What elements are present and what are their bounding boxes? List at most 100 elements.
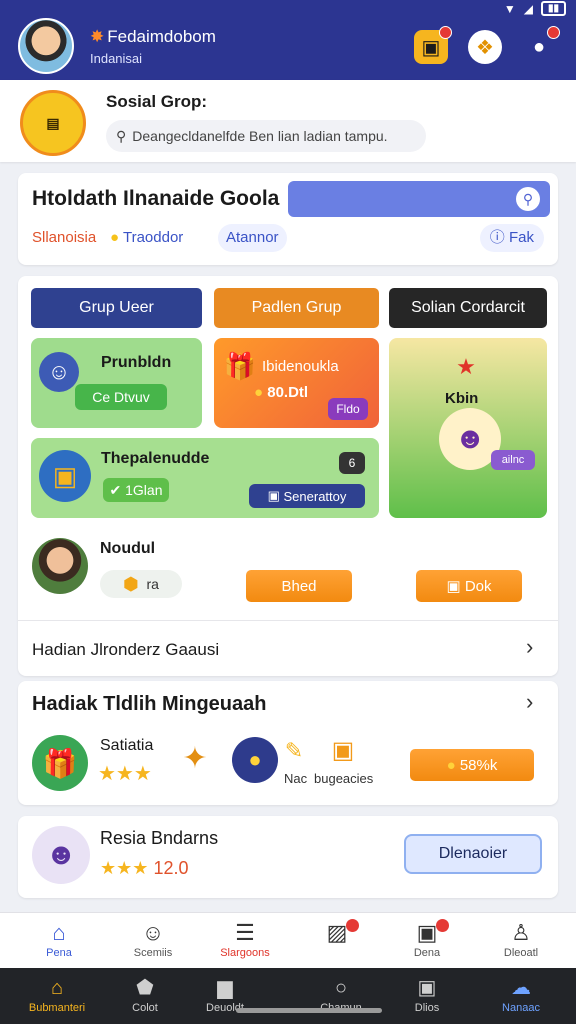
nav-item-scemiis[interactable]: ☺ Scemiis: [118, 919, 188, 959]
rating-stars: ★★★: [98, 763, 152, 785]
gallery-icon: ▣: [416, 920, 438, 945]
tile-title: Prunbldn: [101, 354, 172, 371]
system-dock: ⌂Bubmanteri ⬟Colot ▆Deuoldt ○Chamun ▣Dli…: [0, 968, 576, 1024]
count-badge: 6: [339, 452, 365, 474]
generate-button-label: Senerattoy: [283, 488, 347, 504]
member-card-button[interactable]: Dlenaoier: [404, 834, 542, 874]
ticket-icon: ✎: [284, 738, 304, 763]
search-placeholder: Deangecldanelfde Ben lian ladian tampu.: [132, 128, 388, 144]
home-indicator[interactable]: [236, 1008, 382, 1013]
tile-title: Ibidenoukla: [262, 358, 339, 375]
search-icon: ⚲: [116, 127, 127, 144]
dock-item-nanaac[interactable]: ☁ Nanaac: [486, 974, 556, 1014]
status-tag-label: Traoddor: [122, 229, 184, 246]
member-chip-label: ra: [146, 576, 159, 592]
divider: [18, 620, 558, 621]
nav-item-pena[interactable]: ⌂ Pena: [24, 919, 94, 959]
tile-chip: ailnc: [491, 450, 535, 470]
coin-icon: ●: [446, 756, 456, 774]
box-icon: ▣: [267, 488, 280, 503]
shield-icon: ⬟: [136, 977, 154, 999]
home-icon: ⌂: [52, 920, 66, 945]
tab-grup-ueer[interactable]: Grup Ueer: [31, 288, 202, 328]
member-avatar[interactable]: [32, 538, 88, 594]
member-card: ☻ Resia Bndarns ★★★ 12.0 Dlenaoier: [18, 816, 558, 898]
hero-search-bar[interactable]: ⚲: [288, 181, 550, 217]
coin-icon: ●: [232, 737, 278, 783]
nav-label: Scemiis: [133, 947, 173, 959]
card-icon: ▣: [446, 578, 461, 595]
notification-dot: [346, 919, 359, 932]
dock-label: Dlios: [414, 1002, 440, 1014]
treasure-chest-button[interactable]: ▣: [414, 26, 452, 64]
nav-item-slargoons[interactable]: ☰ Slargoons: [210, 919, 280, 959]
chevron-right-icon[interactable]: ›: [526, 689, 533, 715]
profile-subtitle: Indanisai: [90, 51, 143, 66]
dock-label: Nanaac: [502, 1002, 540, 1014]
chevron-right-icon[interactable]: ›: [526, 634, 533, 660]
info-button-label: Fak: [508, 229, 534, 246]
info-icon: ⓘ: [489, 229, 505, 246]
dock-label: Bubmanteri: [28, 1002, 86, 1014]
tile-pill[interactable]: Ce Dtvuv: [75, 384, 167, 410]
tab-padlen-grup[interactable]: Padlen Grup: [214, 288, 379, 328]
member-action-button[interactable]: Bhed: [246, 570, 352, 602]
status-bar: ▼ ◢ ▮▮: [0, 0, 576, 18]
home-icon: ⌂: [50, 977, 64, 999]
group-title: Sosial Grop:: [106, 92, 208, 111]
group-panel: Grup Ueer Padlen Grup Solian Cordarcit ☺…: [18, 276, 558, 676]
gift-box-icon: 🎁: [223, 350, 257, 381]
member-dock-button[interactable]: ▣ Dok: [416, 570, 522, 602]
dock-item-colot[interactable]: ⬟ Colot: [110, 974, 180, 1014]
box-icon: ▣: [331, 736, 355, 764]
wizard-avatar-icon: ☻: [32, 826, 90, 884]
photo-icon: ▨: [326, 920, 348, 945]
member-rating: ★★★ 12.0: [100, 858, 188, 879]
bottom-nav: ⌂ Pena ☺ Scemiis ☰ Slargoons ▨ ▣ Dena ♙ Dleoa…: [0, 912, 576, 968]
hero-card: Htoldath Ilnanaide Goola ⚲ Sllanoisia ● …: [18, 173, 558, 265]
claim-button[interactable]: ● 58%k: [410, 749, 534, 781]
tab-solian-cordarcit[interactable]: Solian Cordarcit: [389, 288, 547, 328]
tile-title: Thepalenudde: [101, 450, 210, 467]
info-button[interactable]: ⓘ Fak: [479, 224, 544, 252]
user-avatar-icon: ☺: [39, 352, 79, 392]
tile-thepalenudde[interactable]: ▣ Thepalenudde ✔ 1Glan 6 ▣ Senerattoy: [31, 438, 379, 518]
cloud-icon: ☁: [511, 977, 531, 999]
hero-title: Htoldath Ilnanaide Goola: [32, 187, 280, 210]
user-icon: ♙: [511, 920, 531, 945]
friends-button[interactable]: ●: [522, 26, 560, 64]
nav-item-dleoatl[interactable]: ♙ Dleoatl: [486, 919, 556, 959]
generate-button[interactable]: ▣ Senerattoy: [249, 484, 365, 508]
gift-box-icon: 🎁: [32, 735, 88, 791]
tile-pill[interactable]: ✔ 1Glan: [103, 478, 169, 502]
profile-name-row: ✸ Fedaimdobom: [90, 27, 216, 47]
nav-label: Pena: [46, 947, 72, 959]
nav-item-dena[interactable]: ▣ Dena: [392, 919, 462, 959]
claim-button-label: 58%k: [459, 756, 498, 774]
top-header: ✸ Fedaimdobom Indanisai ▣ ❖ ●: [0, 18, 576, 80]
member-card-name: Resia Bndarns: [100, 828, 219, 848]
dock-item-dlios[interactable]: ▣ Dlios: [392, 974, 462, 1014]
profile-avatar[interactable]: [18, 18, 74, 74]
search-input[interactable]: ⚲ Deangecldanelfde Ben lian ladian tampu…: [106, 120, 426, 152]
category-chip[interactable]: Atannor: [218, 224, 287, 252]
search-icon: ⚲: [516, 187, 540, 211]
coin-icon: ⬢: [123, 573, 139, 594]
search-icon: ○: [334, 977, 348, 999]
person-icon: ●: [532, 35, 546, 58]
nav-label: Dleoatl: [503, 947, 539, 959]
tile-prunbldn[interactable]: ☺ Prunbldn Ce Dtvuv: [31, 338, 202, 428]
region-tag: Sllanoisia: [32, 229, 97, 246]
member-name: Noudul: [100, 540, 156, 557]
group-logo: ▤: [20, 90, 86, 156]
nav-item-photos[interactable]: ▨: [302, 919, 372, 947]
row-label[interactable]: Hadian Jlronderz Gaausi: [32, 640, 219, 660]
nav-label: Slargoons: [220, 947, 270, 959]
gift-button[interactable]: ❖: [468, 30, 502, 64]
member-chip: ⬢ ra: [100, 570, 182, 598]
tile-kbin[interactable]: ☻ ★ Kbin ailnc: [389, 338, 547, 518]
tv-icon: ▣: [417, 977, 437, 999]
dock-item-home[interactable]: ⌂ Bubmanteri: [22, 974, 92, 1014]
tile-ibidenoukla[interactable]: 🎁 Ibidenoukla ● 80.Dtl Fldo: [214, 338, 379, 428]
battery-icon: ▮▮: [540, 1, 566, 16]
